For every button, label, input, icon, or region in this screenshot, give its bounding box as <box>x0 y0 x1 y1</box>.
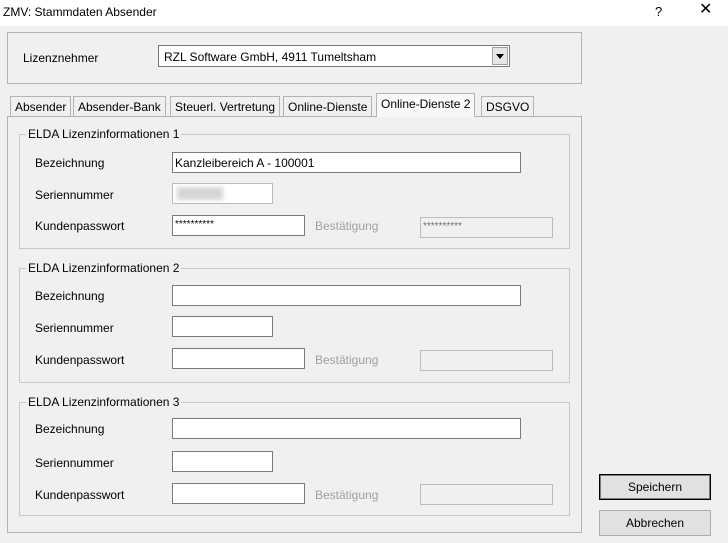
seriennummer-label-3: Seriennummer <box>35 456 114 470</box>
tab-dsgvo[interactable]: DSGVO <box>481 96 535 117</box>
bestaetigung-label-3: Bestätigung <box>315 488 379 502</box>
tab-online-dienste-2[interactable]: Online-Dienste 2 <box>376 93 476 117</box>
tab-online-dienste[interactable]: Online-Dienste <box>283 96 373 117</box>
bezeichnung-input-2[interactable] <box>172 285 521 306</box>
kundenpasswort-label-2: Kundenpasswort <box>35 353 125 367</box>
cancel-button[interactable]: Abbrechen <box>599 510 711 536</box>
bezeichnung-label-1: Bezeichnung <box>35 156 105 170</box>
seriennummer-input-3[interactable] <box>172 451 273 472</box>
tab-steuerl-vertretung[interactable]: Steuerl. Vertretung <box>170 96 281 117</box>
kundenpasswort-input-3[interactable] <box>172 483 305 504</box>
kundenpasswort-input-2[interactable] <box>172 348 305 369</box>
bezeichnung-label-2: Bezeichnung <box>35 289 105 303</box>
save-button[interactable]: Speichern <box>599 474 711 500</box>
bestaetigung-input-2[interactable] <box>420 350 553 371</box>
bezeichnung-label-3: Bezeichnung <box>35 422 105 436</box>
seriennummer-label-2: Seriennummer <box>35 321 114 335</box>
kundenpasswort-label-3: Kundenpasswort <box>35 488 125 502</box>
seriennummer-input-2[interactable] <box>172 316 273 337</box>
kundenpasswort-input-1[interactable]: ********** <box>172 215 305 236</box>
close-button[interactable]: ✕ <box>699 2 712 18</box>
help-button[interactable]: ? <box>655 4 662 19</box>
licensee-select[interactable]: RZL Software GmbH, 4911 Tumeltsham <box>158 45 510 67</box>
bestaetigung-input-1[interactable]: ********** <box>420 217 553 238</box>
licensee-select-value: RZL Software GmbH, 4911 Tumeltsham <box>164 50 377 64</box>
seriennummer-label-1: Seriennummer <box>35 188 114 202</box>
elda-group-1-legend: ELDA Lizenzinformationen 1 <box>26 127 182 141</box>
bezeichnung-input-3[interactable] <box>172 418 521 439</box>
tab-absender[interactable]: Absender <box>10 96 72 117</box>
title-bar: ZMV: Stammdaten Absender ? ✕ <box>0 0 728 26</box>
elda-group-2-legend: ELDA Lizenzinformationen 2 <box>26 261 182 275</box>
chevron-down-icon[interactable] <box>492 47 508 65</box>
kundenpasswort-label-1: Kundenpasswort <box>35 219 125 233</box>
blurred-serial-number <box>177 187 223 200</box>
window-title: ZMV: Stammdaten Absender <box>3 5 157 19</box>
bestaetigung-label-1: Bestätigung <box>315 219 379 233</box>
tab-absender-bank[interactable]: Absender-Bank <box>73 96 166 117</box>
bestaetigung-label-2: Bestätigung <box>315 353 379 367</box>
seriennummer-input-1[interactable] <box>172 183 273 204</box>
bezeichnung-input-1[interactable]: Kanzleibereich A - 100001 <box>172 152 521 173</box>
licensee-label: Lizenznehmer <box>23 51 99 65</box>
elda-group-3-legend: ELDA Lizenzinformationen 3 <box>26 395 182 409</box>
bestaetigung-input-3[interactable] <box>420 484 553 505</box>
